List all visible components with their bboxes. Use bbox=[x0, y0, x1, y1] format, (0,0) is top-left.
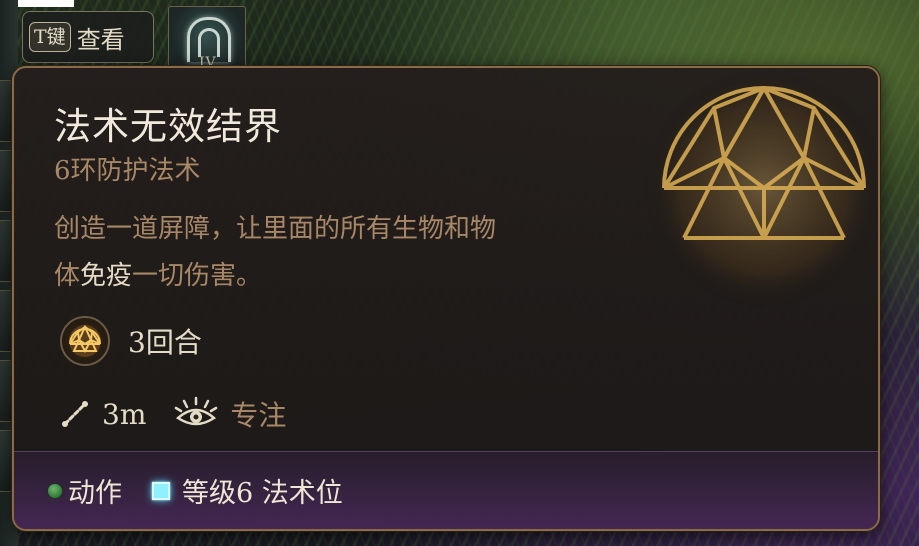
game-screen: IV T键 查看 法术无效结界 6环防护法术 创造一道屏障，让里面的所有生物和物… bbox=[0, 0, 919, 546]
spell-tooltip: 法术无效结界 6环防护法术 创造一道屏障，让里面的所有生物和物 体免疫一切伤害。 bbox=[12, 66, 880, 531]
range-text: 3m bbox=[102, 397, 147, 431]
concentration-eye-icon bbox=[175, 396, 218, 426]
spell-slot-label: 等级6 法术位 bbox=[182, 478, 343, 509]
examine-label: 查看 bbox=[76, 25, 125, 54]
description-line: 体免疫一切伤害。 bbox=[54, 253, 614, 300]
range-row: 3m 专注 bbox=[60, 394, 286, 434]
spell-school: 6环防护法术 bbox=[54, 156, 201, 186]
description-line: 创造一道屏障，让里面的所有生物和物 bbox=[54, 214, 497, 244]
description-keyword[interactable]: 免疫 bbox=[80, 261, 132, 291]
hotbar-spell-slot[interactable]: IV bbox=[168, 6, 246, 71]
spell-slot-icon bbox=[152, 481, 170, 500]
dome-icon bbox=[644, 68, 878, 308]
duration-row: 3回合 bbox=[60, 316, 202, 366]
spell-description: 创造一道屏障，让里面的所有生物和物 体免疫一切伤害。 bbox=[54, 206, 614, 300]
range-icon bbox=[62, 401, 88, 427]
duration-icon bbox=[60, 316, 110, 366]
description-text: 一切伤害。 bbox=[132, 261, 263, 291]
keycap: T键 bbox=[29, 22, 71, 52]
action-cost-label: 动作 bbox=[68, 478, 122, 509]
action-dot-icon bbox=[48, 483, 62, 498]
description-text: 体 bbox=[54, 261, 81, 291]
examine-key-hint[interactable]: T键 查看 bbox=[22, 11, 154, 63]
tooltip-footer: 动作 等级6 法术位 bbox=[14, 451, 878, 529]
spell-title: 法术无效结界 bbox=[54, 105, 282, 148]
concentration-text: 专注 bbox=[230, 399, 287, 432]
duration-text: 3回合 bbox=[128, 326, 202, 359]
